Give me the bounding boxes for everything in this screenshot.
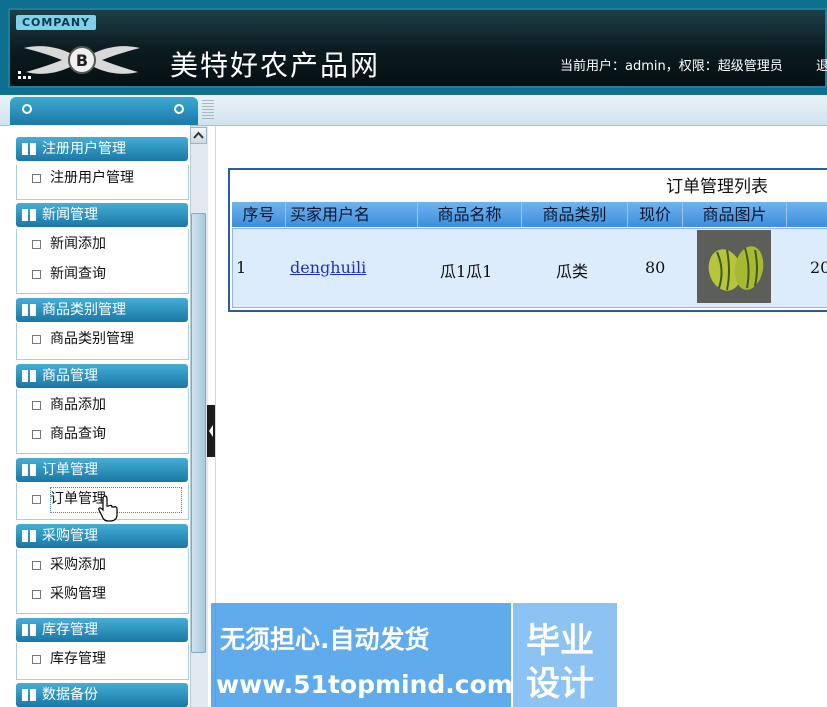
cell-partial: 20 xyxy=(810,258,827,277)
ring-icon xyxy=(174,104,184,114)
menu-group-title: 采购管理 xyxy=(42,528,98,544)
product-image xyxy=(697,230,771,303)
column-header: 现价 xyxy=(628,202,683,227)
menu-group-header[interactable]: 商品管理 xyxy=(16,364,188,388)
watermark-url: www.51topmind.com xyxy=(216,670,513,699)
menu-group-title: 数据备份 xyxy=(42,687,98,703)
menu-group-header[interactable]: 商品类别管理 xyxy=(16,298,188,322)
column-header: 序号 xyxy=(232,202,286,227)
logout-link[interactable]: 退 xyxy=(816,55,827,74)
group-icon xyxy=(22,624,36,636)
menu-group-title: 订单管理 xyxy=(42,462,98,478)
svg-text:B: B xyxy=(76,51,88,70)
menu-group-header[interactable]: 库存管理 xyxy=(16,618,188,642)
doc-icon xyxy=(32,401,41,410)
group-icon xyxy=(22,464,36,476)
group-icon xyxy=(22,143,36,155)
ring-icon xyxy=(22,104,32,114)
current-user-info: 当前用户：admin，权限：超级管理员 xyxy=(560,59,783,74)
company-badge: COMPANY xyxy=(16,15,96,30)
column-header: 商品名称 xyxy=(418,202,522,227)
menu-group-title: 商品类别管理 xyxy=(42,302,126,318)
menu-group-title: 注册用户管理 xyxy=(42,141,126,157)
group-icon xyxy=(22,370,36,382)
doc-icon xyxy=(32,590,41,599)
watermark-text: 无须担心.自动发货 xyxy=(220,625,430,654)
chevron-up-icon xyxy=(193,131,204,139)
menu-group-title: 新闻管理 xyxy=(42,207,98,223)
menu-group-header[interactable]: 采购管理 xyxy=(16,524,188,548)
cell-category: 瓜类 xyxy=(556,262,589,281)
doc-icon xyxy=(32,655,41,664)
grid-dots-icon xyxy=(18,71,31,79)
menu-group-header[interactable]: 订单管理 xyxy=(16,458,188,482)
cell-price: 80 xyxy=(645,258,666,277)
cell-index: 1 xyxy=(236,258,247,277)
sidebar-cap xyxy=(10,97,198,125)
group-icon xyxy=(22,209,36,221)
scroll-thumb[interactable] xyxy=(191,213,206,653)
doc-icon xyxy=(32,335,41,344)
buyer-link[interactable]: denghuili xyxy=(290,258,366,277)
menu-group-header[interactable]: 注册用户管理 xyxy=(16,137,188,161)
chevron-left-icon xyxy=(209,425,213,437)
doc-icon xyxy=(32,495,41,504)
hand-cursor-icon xyxy=(98,495,118,522)
group-icon xyxy=(22,689,36,701)
doc-icon xyxy=(32,240,41,249)
doc-icon xyxy=(32,270,41,279)
column-header: 商品类别 xyxy=(522,202,628,227)
column-header: 商品图片 xyxy=(683,202,787,227)
table-header-row: 序号 买家用户名 商品名称 商品类别 现价 商品图片 xyxy=(232,202,827,227)
menu-group-title: 商品管理 xyxy=(42,368,98,384)
site-title: 美特好农产品网 xyxy=(170,49,381,82)
menu-group-title: 库存管理 xyxy=(42,622,98,638)
grip-icon[interactable] xyxy=(202,100,214,120)
watermark-badge-text: 毕业 xyxy=(526,621,594,661)
winged-logo-icon: B xyxy=(24,46,140,74)
scroll-up-button[interactable] xyxy=(190,127,207,144)
cell-product-name: 瓜1瓜1 xyxy=(440,262,493,281)
doc-icon xyxy=(32,561,41,570)
column-header: 买家用户名 xyxy=(286,202,418,227)
doc-icon xyxy=(32,174,41,183)
sidebar-menu: 注册用户管理 注册用户管理 新闻管理 新闻添加 新闻查询 商品类别管理 商品类别… xyxy=(10,125,191,707)
doc-icon xyxy=(32,430,41,439)
group-icon xyxy=(22,304,36,316)
menu-group-header[interactable]: 新闻管理 xyxy=(16,203,188,227)
watermark-badge-text: 设计 xyxy=(526,664,594,704)
menu-group-header[interactable]: 数据备份 xyxy=(16,683,188,707)
table-title: 订单管理列表 xyxy=(666,177,768,197)
collapse-sidebar-handle[interactable] xyxy=(207,405,215,457)
group-icon xyxy=(22,530,36,542)
